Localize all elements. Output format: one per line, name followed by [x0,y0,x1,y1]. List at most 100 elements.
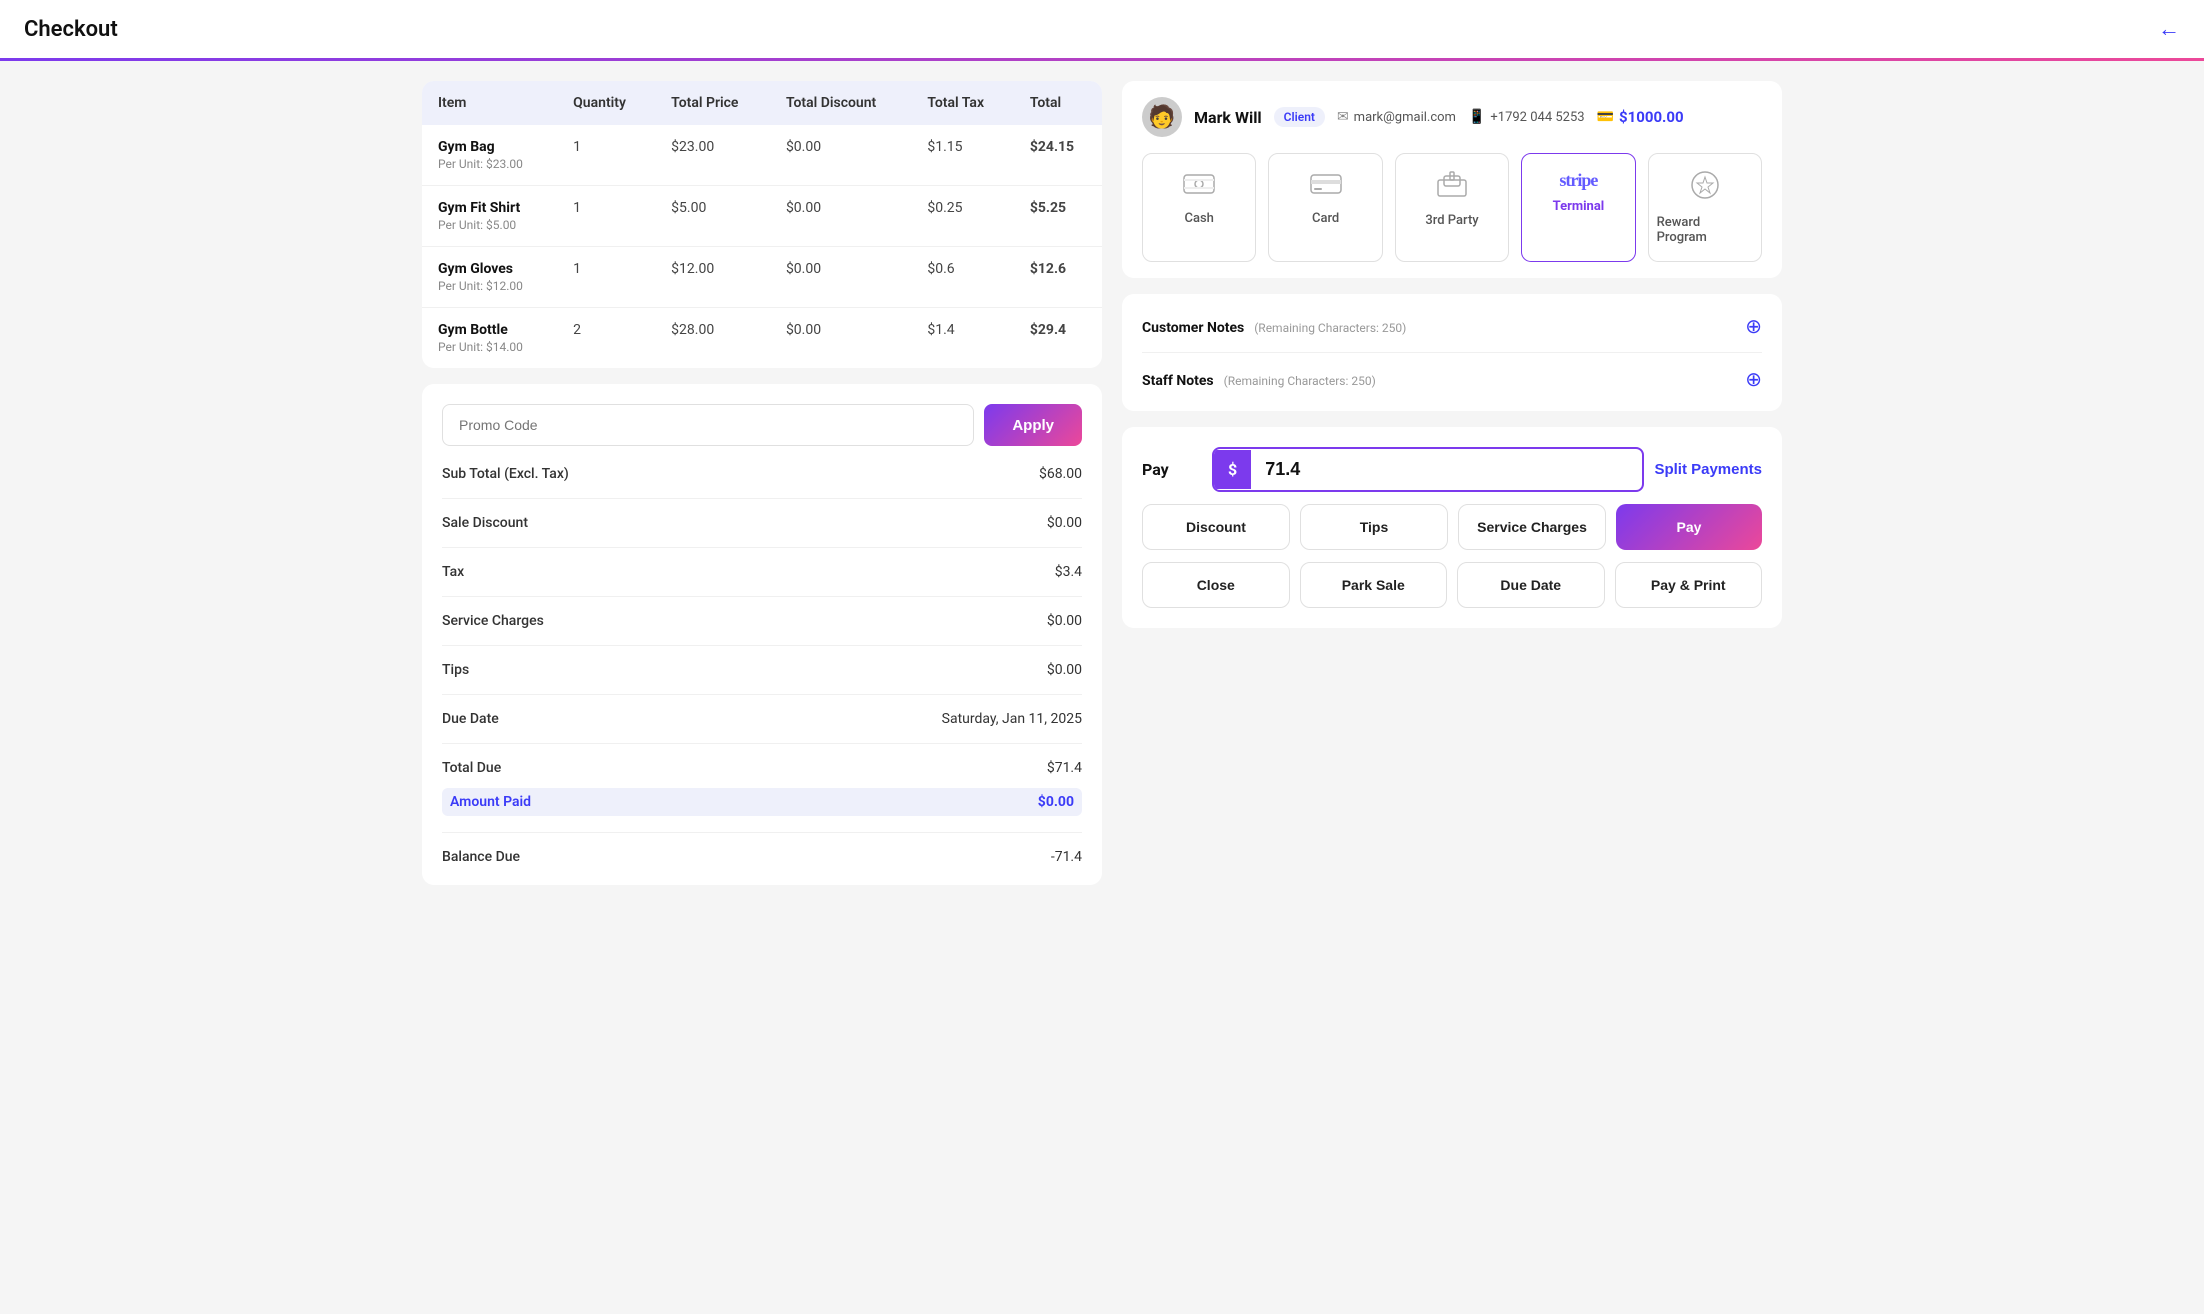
col-quantity: Quantity [557,81,655,125]
service_charges-button[interactable]: Service Charges [1458,504,1606,550]
avatar: 🧑 [1142,97,1182,137]
promo-row: Apply [442,404,1082,446]
payment-method-third_party[interactable]: 3rd Party [1395,153,1509,262]
col-total-discount: Total Discount [770,81,911,125]
item-total-tax: $1.15 [911,125,1014,186]
client-email: mark@gmail.com [1354,110,1456,125]
item-total: $29.4 [1014,308,1102,369]
summary-rows: Sub Total (Excl. Tax) $68.00 Sale Discou… [442,466,1082,865]
sale-discount-value: $0.00 [1047,515,1082,531]
pay_print-button[interactable]: Pay & Print [1615,562,1763,608]
payment-method-cash[interactable]: Cash [1142,153,1256,262]
customer-notes-label-group: Customer Notes (Remaining Characters: 25… [1142,317,1406,336]
app-header: Checkout ← [0,0,2204,61]
pay-amount-input[interactable] [1251,449,1351,490]
stripe-logo-icon: stripe [1559,170,1597,191]
item-total-price: $23.00 [655,125,770,186]
amount-paid-row: Amount Paid $0.00 [442,788,1082,816]
item-name: Gym Fit Shirt [438,200,541,216]
phone-icon: 📱 [1468,109,1485,125]
item-total-tax: $1.4 [911,308,1014,369]
amount-paid-label: Amount Paid [450,794,531,810]
action-buttons-row-2: ClosePark SaleDue DatePay & Print [1142,562,1762,608]
item-total-discount: $0.00 [770,125,911,186]
payment-method-reward_program[interactable]: Reward Program [1648,153,1762,262]
balance-due-label: Balance Due [442,849,520,865]
balance-due-value: -71.4 [1051,849,1082,865]
apply-button[interactable]: Apply [984,404,1082,446]
table-row: Gym Gloves Per Unit: $12.00 1 $12.00 $0.… [422,247,1102,308]
col-total: Total [1014,81,1102,125]
discount-button[interactable]: Discount [1142,504,1290,550]
right-panel: 🧑 Mark Will Client ✉ mark@gmail.com 📱 +1… [1122,81,1782,885]
close-button[interactable]: Close [1142,562,1290,608]
due_date-button[interactable]: Due Date [1457,562,1605,608]
payment-method-card[interactable]: Card [1268,153,1382,262]
item-name: Gym Bag [438,139,541,155]
staff-notes-label: Staff Notes [1142,373,1214,389]
park_sale-button[interactable]: Park Sale [1300,562,1448,608]
pay-label: Pay [1142,460,1202,479]
item-total-discount: $0.00 [770,186,911,247]
service-charges-value: $0.00 [1047,613,1082,629]
item-quantity: 1 [557,186,655,247]
promo-input[interactable] [442,404,974,446]
subtotal-value: $68.00 [1039,466,1082,482]
item-total-price: $28.00 [655,308,770,369]
item-total-tax: $0.6 [911,247,1014,308]
service-charges-row: Service Charges $0.00 [442,613,1082,629]
tips-value: $0.00 [1047,662,1082,678]
pay-amount-row: Pay $ Split Payments [1142,447,1762,492]
item-total: $12.6 [1014,247,1102,308]
terminal-label: Terminal [1553,199,1605,214]
item-unit-price: Per Unit: $5.00 [438,218,541,232]
currency-symbol: $ [1214,450,1251,489]
wallet-icon: 💳 [1597,109,1614,125]
tips-button[interactable]: Tips [1300,504,1448,550]
back-button[interactable]: ← [2158,16,2180,42]
item-name: Gym Bottle [438,322,541,338]
col-total-tax: Total Tax [911,81,1014,125]
client-card: 🧑 Mark Will Client ✉ mark@gmail.com 📱 +1… [1122,81,1782,278]
tips-row: Tips $0.00 [442,662,1082,678]
card-label: Card [1312,211,1339,226]
left-panel: Item Quantity Total Price Total Discount… [422,81,1102,885]
split-payments-button[interactable]: Split Payments [1654,461,1762,478]
subtotal-label: Sub Total (Excl. Tax) [442,466,569,482]
add-customer-note-icon[interactable]: ⊕ [1745,314,1762,338]
subtotal-row: Sub Total (Excl. Tax) $68.00 [442,466,1082,482]
action-buttons-row-1: DiscountTipsService ChargesPay [1142,504,1762,550]
client-email-item: ✉ mark@gmail.com [1337,109,1456,125]
third_party-label: 3rd Party [1425,213,1478,228]
due-date-label: Due Date [442,711,499,727]
due-date-value: Saturday, Jan 11, 2025 [942,711,1082,727]
tips-label: Tips [442,662,469,678]
add-staff-note-icon[interactable]: ⊕ [1745,367,1762,391]
client-wallet: $1000.00 [1619,108,1684,126]
staff-notes-hint: (Remaining Characters: 250) [1224,374,1376,388]
item-total-price: $5.00 [655,186,770,247]
tax-value: $3.4 [1055,564,1082,580]
email-icon: ✉ [1337,109,1349,125]
customer-notes-hint: (Remaining Characters: 250) [1254,321,1406,335]
client-phone-item: 📱 +1792 044 5253 [1468,109,1585,125]
pay-section: Pay $ Split Payments DiscountTipsService… [1122,427,1782,628]
item-total: $5.25 [1014,186,1102,247]
third_party-icon [1436,170,1468,205]
amount-paid-value: $0.00 [1038,794,1074,810]
payment-method-terminal[interactable]: stripe Terminal [1521,153,1635,262]
reward_program-label: Reward Program [1657,215,1753,245]
pay-input-group: $ [1212,447,1644,492]
customer-notes-row: Customer Notes (Remaining Characters: 25… [1142,314,1762,338]
tax-label: Tax [442,564,464,580]
promo-summary-card: Apply Sub Total (Excl. Tax) $68.00 Sale … [422,384,1102,885]
item-unit-price: Per Unit: $14.00 [438,340,541,354]
items-table-card: Item Quantity Total Price Total Discount… [422,81,1102,368]
pay-button[interactable]: Pay [1616,504,1762,550]
due-date-row: Due Date Saturday, Jan 11, 2025 [442,711,1082,727]
cash-label: Cash [1184,211,1213,226]
client-header: 🧑 Mark Will Client ✉ mark@gmail.com 📱 +1… [1142,97,1762,137]
item-total-discount: $0.00 [770,308,911,369]
item-quantity: 1 [557,247,655,308]
col-total-price: Total Price [655,81,770,125]
